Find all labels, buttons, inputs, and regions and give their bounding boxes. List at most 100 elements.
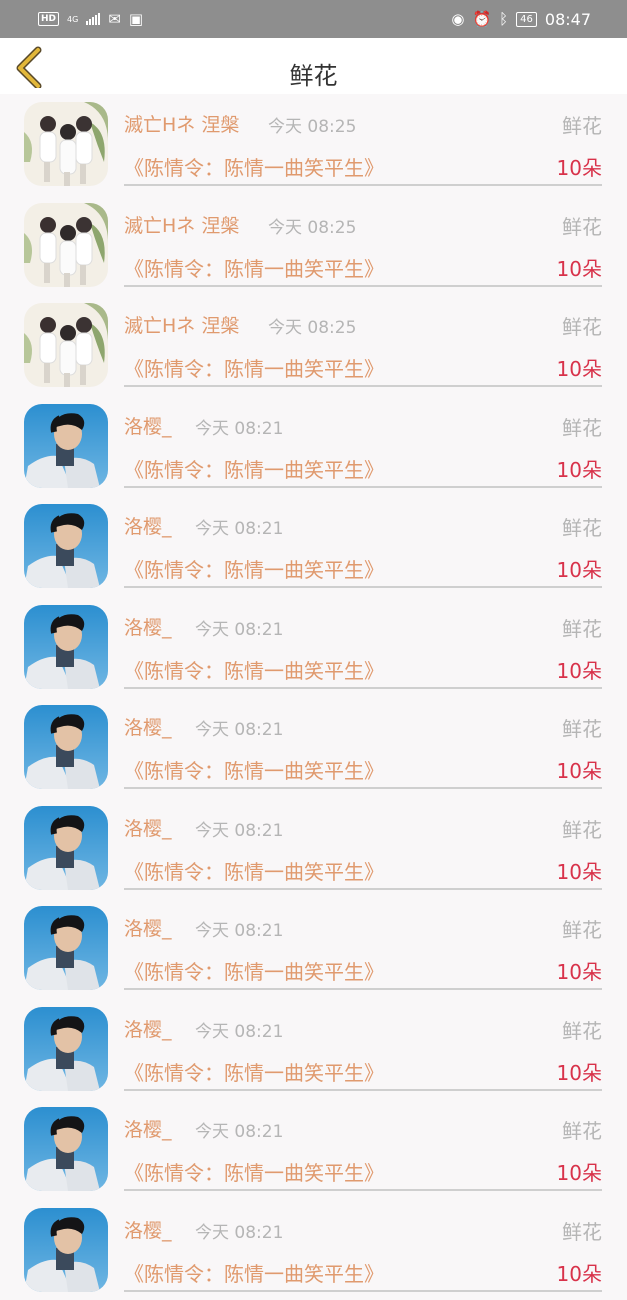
hd-icon: HD [38,12,59,26]
divider [124,687,602,689]
eye-icon: ◉ [451,12,464,27]
gift-type: 鲜花 [562,814,602,843]
user-name[interactable]: 滅亡Hネ 涅槃 [124,311,239,338]
gift-count: 10朵 [557,1057,602,1086]
avatar-portrait-photo[interactable] [24,1107,108,1191]
gift-count: 10朵 [557,956,602,985]
wechat-icon: ✉ [108,12,121,27]
work-title[interactable]: 《陈情令：陈情一曲笑平生》 [124,152,384,181]
divider [124,486,602,488]
timestamp: 今天 08:21 [195,1218,283,1243]
user-name[interactable]: 洛樱_ [124,1216,172,1243]
title-bar: 鲜花 [0,38,627,94]
alarm-icon: ⏰ [472,12,491,27]
timestamp: 今天 08:21 [195,1117,283,1142]
gift-type: 鲜花 [562,311,602,340]
user-name[interactable]: 洛樱_ [124,814,172,841]
gift-count: 10朵 [557,253,602,282]
list-item[interactable]: 洛樱_ 今天 08:21 鲜花 《陈情令：陈情一曲笑平生》 10朵 [0,999,627,1100]
divider [124,184,602,186]
user-name[interactable]: 洛樱_ [124,1015,172,1042]
work-title[interactable]: 《陈情令：陈情一曲笑平生》 [124,1057,384,1086]
avatar-portrait-photo[interactable] [24,1208,108,1292]
network-type: 4G [67,15,78,24]
avatar-portrait-photo[interactable] [24,906,108,990]
gift-type: 鲜花 [562,1115,602,1144]
list-item[interactable]: 洛樱_ 今天 08:21 鲜花 《陈情令：陈情一曲笑平生》 10朵 [0,396,627,497]
list-item[interactable]: 洛樱_ 今天 08:21 鲜花 《陈情令：陈情一曲笑平生》 10朵 [0,597,627,698]
user-name[interactable]: 滅亡Hネ 涅槃 [124,110,239,137]
user-name[interactable]: 洛樱_ [124,613,172,640]
user-name[interactable]: 洛樱_ [124,713,172,740]
work-title[interactable]: 《陈情令：陈情一曲笑平生》 [124,956,384,985]
user-name[interactable]: 洛樱_ [124,412,172,439]
work-title[interactable]: 《陈情令：陈情一曲笑平生》 [124,1258,384,1287]
divider [124,385,602,387]
timestamp: 今天 08:21 [195,816,283,841]
gift-count: 10朵 [557,856,602,885]
divider [124,1089,602,1091]
list-item[interactable]: 洛樱_ 今天 08:21 鲜花 《陈情令：陈情一曲笑平生》 10朵 [0,1200,627,1300]
work-title[interactable]: 《陈情令：陈情一曲笑平生》 [124,755,384,784]
gift-count: 10朵 [557,454,602,483]
gift-type: 鲜花 [562,1015,602,1044]
gift-count: 10朵 [557,1258,602,1287]
gift-type: 鲜花 [562,613,602,642]
work-title[interactable]: 《陈情令：陈情一曲笑平生》 [124,655,384,684]
work-title[interactable]: 《陈情令：陈情一曲笑平生》 [124,1157,384,1186]
app-notification-icon: ▣ [129,12,143,27]
work-title[interactable]: 《陈情令：陈情一曲笑平生》 [124,454,384,483]
gift-type: 鲜花 [562,110,602,139]
avatar-portrait-photo[interactable] [24,705,108,789]
avatar-group-photo[interactable] [24,203,108,287]
timestamp: 今天 08:21 [195,715,283,740]
divider [124,1290,602,1292]
clock: 08:47 [545,10,591,29]
list-item[interactable]: 滅亡Hネ 涅槃 今天 08:25 鲜花 《陈情令：陈情一曲笑平生》 10朵 [0,195,627,296]
gift-count: 10朵 [557,554,602,583]
list-item[interactable]: 滅亡Hネ 涅槃 今天 08:25 鲜花 《陈情令：陈情一曲笑平生》 10朵 [0,94,627,195]
list-item[interactable]: 洛樱_ 今天 08:21 鲜花 《陈情令：陈情一曲笑平生》 10朵 [0,898,627,999]
gift-type: 鲜花 [562,512,602,541]
avatar-portrait-photo[interactable] [24,404,108,488]
list-item[interactable]: 滅亡Hネ 涅槃 今天 08:25 鲜花 《陈情令：陈情一曲笑平生》 10朵 [0,295,627,396]
avatar-group-photo[interactable] [24,303,108,387]
work-title[interactable]: 《陈情令：陈情一曲笑平生》 [124,554,384,583]
user-name[interactable]: 滅亡Hネ 涅槃 [124,211,239,238]
avatar-group-photo[interactable] [24,102,108,186]
signal-icon [86,13,100,25]
battery-icon: 46 [516,12,537,27]
gift-type: 鲜花 [562,713,602,742]
list-item[interactable]: 洛樱_ 今天 08:21 鲜花 《陈情令：陈情一曲笑平生》 10朵 [0,496,627,597]
status-right: ◉ ⏰ ᛒ 46 08:47 [451,10,591,29]
divider [124,988,602,990]
timestamp: 今天 08:21 [195,414,283,439]
gift-type: 鲜花 [562,1216,602,1245]
timestamp: 今天 08:21 [195,916,283,941]
work-title[interactable]: 《陈情令：陈情一曲笑平生》 [124,856,384,885]
avatar-portrait-photo[interactable] [24,605,108,689]
avatar-portrait-photo[interactable] [24,806,108,890]
list-item[interactable]: 洛樱_ 今天 08:21 鲜花 《陈情令：陈情一曲笑平生》 10朵 [0,798,627,899]
status-left: HD 4G ✉ ▣ [38,12,143,27]
user-name[interactable]: 洛樱_ [124,512,172,539]
divider [124,787,602,789]
gift-type: 鲜花 [562,211,602,240]
gift-count: 10朵 [557,353,602,382]
gift-count: 10朵 [557,1157,602,1186]
gift-count: 10朵 [557,755,602,784]
work-title[interactable]: 《陈情令：陈情一曲笑平生》 [124,253,384,282]
status-bar: HD 4G ✉ ▣ ◉ ⏰ ᛒ 46 08:47 [0,0,627,38]
gift-list[interactable]: 滅亡Hネ 涅槃 今天 08:25 鲜花 《陈情令：陈情一曲笑平生》 10朵 滅亡… [0,94,627,1300]
timestamp: 今天 08:25 [268,112,356,137]
work-title[interactable]: 《陈情令：陈情一曲笑平生》 [124,353,384,382]
avatar-portrait-photo[interactable] [24,504,108,588]
divider [124,1189,602,1191]
user-name[interactable]: 洛樱_ [124,1115,172,1142]
list-item[interactable]: 洛樱_ 今天 08:21 鲜花 《陈情令：陈情一曲笑平生》 10朵 [0,697,627,798]
timestamp: 今天 08:21 [195,514,283,539]
user-name[interactable]: 洛樱_ [124,914,172,941]
list-item[interactable]: 洛樱_ 今天 08:21 鲜花 《陈情令：陈情一曲笑平生》 10朵 [0,1099,627,1200]
avatar-portrait-photo[interactable] [24,1007,108,1091]
divider [124,586,602,588]
